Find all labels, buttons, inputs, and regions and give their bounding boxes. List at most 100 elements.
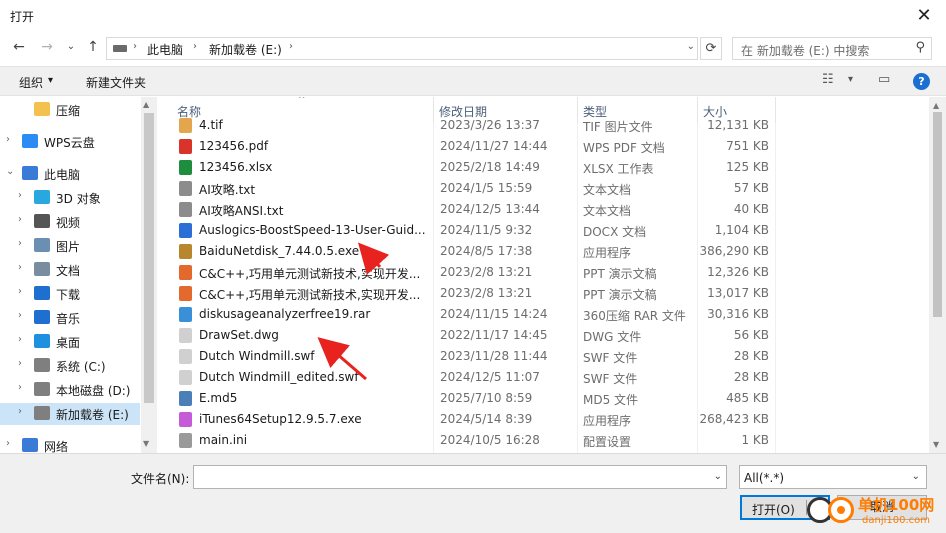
file-name: Dutch Windmill.swf	[199, 349, 315, 363]
sidebar-item[interactable]: › 文档	[0, 259, 140, 281]
breadcrumb-drive-e[interactable]: 新加载卷 (E:)	[209, 41, 282, 58]
address-bar[interactable]: › 此电脑 › 新加载卷 (E:) › ⌄	[106, 37, 698, 60]
expand-chevron-icon[interactable]: ⌄	[6, 166, 14, 177]
recent-locations-chevron-icon[interactable]: ⌄	[60, 36, 82, 58]
file-row[interactable]: C&C++,巧用单元测试新技术,实现开发... 2023/2/8 13:21 PPT…	[157, 262, 929, 283]
file-row[interactable]: Auslogics-BoostSpeed-13-User-Guid... 2024…	[157, 220, 929, 241]
sidebar-item[interactable]: ⌄ 此电脑	[0, 163, 140, 185]
expand-chevron-icon[interactable]: ›	[6, 134, 10, 145]
file-row[interactable]: diskusageanalyzerfree19.rar 2024/11/15 14…	[157, 304, 929, 325]
file-row[interactable]: 123456.xlsx 2025/2/18 14:49 XLSX 工作表 125 KB	[157, 157, 929, 178]
folder-icon	[34, 238, 50, 252]
file-row[interactable]: 4.tif 2023/3/26 13:37 TIF 图片文件 12,131 KB	[157, 115, 929, 136]
breadcrumb-separator: ›	[289, 41, 293, 52]
organize-dropdown-icon[interactable]: ▾	[48, 75, 53, 86]
file-icon	[179, 202, 192, 217]
scroll-up-icon[interactable]: ▲	[933, 101, 939, 110]
sidebar-item[interactable]: › WPS云盘	[0, 131, 140, 153]
sidebar-item[interactable]: › 3D 对象	[0, 187, 140, 209]
file-row[interactable]: Dutch Windmill.swf 2023/11/28 11:44 SWF 文件…	[157, 346, 929, 367]
expand-chevron-icon[interactable]: ›	[18, 238, 22, 249]
file-icon	[179, 181, 192, 196]
sidebar-item[interactable]: › 图片	[0, 235, 140, 257]
file-type-value: All(*.*)	[744, 471, 785, 485]
file-date: 2024/10/5 16:28	[440, 433, 540, 447]
sidebar-item[interactable]: › 本地磁盘 (D:)	[0, 379, 140, 401]
file-row[interactable]: C&C++,巧用单元测试新技术,实现开发... 2023/2/8 13:21 PPT…	[157, 283, 929, 304]
expand-chevron-icon[interactable]: ›	[6, 438, 10, 449]
file-row[interactable]: 123456.pdf 2024/11/27 14:44 WPS PDF 文档 751 …	[157, 136, 929, 157]
sidebar-item-label: 图片	[56, 240, 81, 254]
sidebar-item[interactable]: › 系统 (C:)	[0, 355, 140, 377]
file-name: iTunes64Setup12.9.5.7.exe	[199, 412, 362, 426]
up-arrow-icon[interactable]: ↑	[82, 36, 104, 58]
sidebar-item[interactable]: › 视频	[0, 211, 140, 233]
expand-chevron-icon[interactable]: ›	[18, 214, 22, 225]
file-row[interactable]: BaiduNetdisk_7.44.0.5.exe 2024/8/5 17:38 应…	[157, 241, 929, 262]
file-row[interactable]: iTunes64Setup12.9.5.7.exe 2024/5/14 8:39 应…	[157, 409, 929, 430]
filename-dropdown-icon[interactable]: ⌄	[714, 471, 722, 482]
view-options-icon[interactable]: ☷	[822, 72, 834, 87]
sidebar-scroll-thumb[interactable]	[144, 113, 154, 403]
file-icon	[179, 223, 192, 238]
file-size: 1,104 KB	[714, 223, 769, 237]
search-box[interactable]: 在 新加载卷 (E:) 中搜索 ⚲	[732, 37, 932, 60]
sidebar-item[interactable]: › 下载	[0, 283, 140, 305]
file-row[interactable]: DrawSet.dwg 2022/11/17 14:45 DWG 文件 56 KB	[157, 325, 929, 346]
scroll-down-icon[interactable]: ▼	[933, 440, 939, 449]
expand-chevron-icon[interactable]: ›	[18, 310, 22, 321]
preview-pane-icon[interactable]: ▭	[878, 72, 890, 87]
file-date: 2024/12/5 11:07	[440, 370, 540, 384]
sidebar-item[interactable]: 压缩	[0, 99, 140, 121]
folder-icon	[34, 334, 50, 348]
file-date: 2025/7/10 8:59	[440, 391, 533, 405]
scroll-up-icon[interactable]: ▲	[143, 100, 149, 109]
file-row[interactable]: Dutch Windmill_edited.swf 2024/12/5 11:07…	[157, 367, 929, 388]
file-row[interactable]: AI攻略ANSI.txt 2024/12/5 13:44 文本文档 40 KB	[157, 199, 929, 220]
expand-chevron-icon[interactable]: ›	[18, 334, 22, 345]
window-title: 打开	[10, 10, 35, 24]
file-icon	[179, 118, 192, 133]
view-dropdown-icon[interactable]: ▾	[848, 74, 853, 85]
file-type-filter[interactable]: All(*.*) ⌄	[739, 465, 927, 489]
forward-arrow-icon[interactable]: →	[36, 36, 58, 58]
file-name: AI攻略ANSI.txt	[199, 204, 284, 218]
new-folder-button[interactable]: 新建文件夹	[86, 74, 146, 91]
file-name: E.md5	[199, 391, 238, 405]
sidebar-item-label: 视频	[56, 216, 81, 230]
sidebar-item[interactable]: › 桌面	[0, 331, 140, 353]
organize-button[interactable]: 组织	[19, 74, 43, 91]
sidebar-item[interactable]: › 网络	[0, 435, 140, 453]
expand-chevron-icon[interactable]: ›	[18, 406, 22, 417]
sidebar-item-label: 此电脑	[44, 168, 81, 182]
expand-chevron-icon[interactable]: ›	[18, 382, 22, 393]
close-icon[interactable]: ✕	[912, 4, 936, 28]
file-row[interactable]: AI攻略.txt 2024/1/5 15:59 文本文档 57 KB	[157, 178, 929, 199]
expand-chevron-icon[interactable]: ›	[18, 358, 22, 369]
folder-icon	[34, 382, 50, 396]
scroll-down-icon[interactable]: ▼	[143, 439, 149, 448]
file-row[interactable]: main.ini 2024/10/5 16:28 配置设置 1 KB	[157, 430, 929, 451]
file-list-scroll-thumb[interactable]	[933, 112, 942, 317]
file-size: 751 KB	[726, 139, 769, 153]
file-date: 2023/2/8 13:21	[440, 265, 533, 279]
file-row[interactable]: E.md5 2025/7/10 8:59 MD5 文件 485 KB	[157, 388, 929, 409]
search-icon[interactable]: ⚲	[915, 40, 925, 55]
file-type: 应用程序	[583, 246, 632, 260]
file-name: main.ini	[199, 433, 248, 447]
breadcrumb-this-pc[interactable]: 此电脑	[147, 41, 183, 58]
file-icon	[179, 391, 192, 406]
sidebar-item[interactable]: › 新加载卷 (E:)	[0, 403, 140, 425]
file-date: 2024/1/5 15:59	[440, 181, 533, 195]
back-arrow-icon[interactable]: ←	[8, 36, 30, 58]
sidebar-item[interactable]: › 音乐	[0, 307, 140, 329]
expand-chevron-icon[interactable]: ›	[18, 190, 22, 201]
help-icon[interactable]: ?	[913, 73, 930, 90]
file-type: PPT 演示文稿	[583, 288, 657, 302]
address-dropdown-icon[interactable]: ⌄	[687, 41, 695, 52]
expand-chevron-icon[interactable]: ›	[18, 262, 22, 273]
filename-input[interactable]: ⌄	[193, 465, 727, 489]
expand-chevron-icon[interactable]: ›	[18, 286, 22, 297]
filter-dropdown-icon[interactable]: ⌄	[912, 471, 920, 482]
refresh-icon[interactable]: ⟳	[700, 37, 722, 60]
